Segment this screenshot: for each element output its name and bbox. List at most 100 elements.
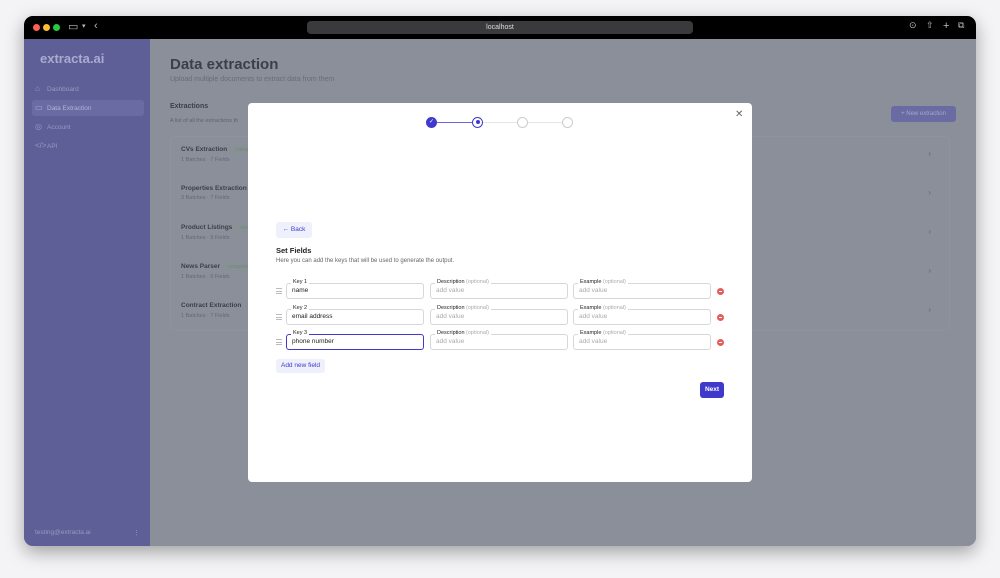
example-label: Example (optional) [578, 305, 628, 312]
description-input[interactable]: Description (optional)add value [430, 283, 568, 299]
description-label: Description (optional) [435, 279, 491, 286]
section-title: Extractions [170, 103, 208, 110]
optional-text: (optional) [603, 305, 626, 311]
description-input[interactable]: Description (optional)add value [430, 309, 568, 325]
key-input[interactable]: Key 1name [286, 283, 424, 299]
browser-toolbar: ▭ ▾ ‹ localhost ⊙ ⇧ + ⧉ [24, 16, 976, 39]
placeholder: add value [436, 287, 464, 294]
nav-label: API [47, 143, 57, 150]
modal-title: Set Fields [276, 246, 311, 255]
example-input[interactable]: Example (optional)add value [573, 309, 711, 325]
close-window-button[interactable] [33, 24, 40, 31]
remove-field-icon[interactable] [717, 339, 724, 346]
user-circle-icon: ◎ [35, 119, 47, 135]
label-text: Description [437, 330, 465, 336]
arrow-left-icon: ← [283, 226, 291, 233]
description-label: Description (optional) [435, 305, 491, 312]
field-row: Key 1name Description (optional)add valu… [276, 283, 726, 301]
item-name: News Parser [181, 263, 220, 270]
key-value: phone number [292, 338, 334, 345]
sidebar-item-account[interactable]: ◎Account [32, 119, 144, 135]
step-upcoming [562, 117, 573, 128]
kebab-menu-icon[interactable]: ⋮ [133, 529, 140, 537]
step-completed-check-icon: ✓ [426, 117, 437, 128]
user-email: testing@extracta.ai [35, 529, 91, 536]
chevron-down-icon[interactable]: ▾ [82, 22, 86, 30]
stepper-line [437, 122, 477, 123]
address-bar[interactable]: localhost [307, 21, 693, 34]
new-tab-icon[interactable]: + [943, 20, 949, 32]
optional-text: (optional) [466, 305, 489, 311]
back-label: Back [291, 226, 305, 233]
stepper-line [527, 122, 567, 123]
item-name: Product Listings [181, 224, 232, 231]
key-label: Key 3 [291, 330, 309, 337]
page-subtitle: Upload multiple documents to extract dat… [170, 76, 334, 83]
drag-handle-icon[interactable] [276, 314, 282, 320]
key-value: name [292, 287, 308, 294]
sidebar-toggle-icon[interactable]: ▭ [68, 20, 78, 33]
tabs-overview-icon[interactable]: ⧉ [958, 20, 964, 31]
page-title: Data extraction [170, 56, 278, 73]
chevron-right-icon: › [928, 305, 931, 314]
item-name: CVs Extraction [181, 146, 227, 153]
optional-text: (optional) [603, 279, 626, 285]
example-input[interactable]: Example (optional)add value [573, 283, 711, 299]
example-label: Example (optional) [578, 330, 628, 337]
section-description: A list of all the extractions th [170, 118, 238, 124]
logo: extracta.ai [40, 51, 104, 66]
back-nav-icon[interactable]: ‹ [94, 20, 98, 32]
step-current [472, 117, 483, 128]
example-input[interactable]: Example (optional)add value [573, 334, 711, 350]
chevron-right-icon: › [928, 266, 931, 275]
back-button[interactable]: ← Back [276, 222, 312, 238]
download-icon[interactable]: ⊙ [909, 20, 917, 31]
label-text: Example [580, 330, 601, 336]
sidebar: extracta.ai ⌂Dashboard ▭Data Extraction … [24, 39, 150, 546]
description-label: Description (optional) [435, 330, 491, 337]
optional-text: (optional) [603, 330, 626, 336]
sidebar-item-api[interactable]: </>API [32, 138, 144, 154]
add-new-field-button[interactable]: Add new field [276, 359, 325, 373]
optional-text: (optional) [466, 330, 489, 336]
share-icon[interactable]: ⇧ [926, 20, 934, 31]
sidebar-item-dashboard[interactable]: ⌂Dashboard [32, 81, 144, 97]
field-row: Key 2email address Description (optional… [276, 309, 726, 327]
sidebar-item-data-extraction[interactable]: ▭Data Extraction [32, 100, 144, 116]
label-text: Example [580, 305, 601, 311]
url-text: localhost [486, 24, 514, 31]
nav-label: Data Extraction [47, 105, 91, 112]
drag-handle-icon[interactable] [276, 288, 282, 294]
key-value: email address [292, 313, 332, 320]
key-label: Key 2 [291, 305, 309, 312]
description-input[interactable]: Description (optional)add value [430, 334, 568, 350]
minimize-window-button[interactable] [43, 24, 50, 31]
maximize-window-button[interactable] [53, 24, 60, 31]
folder-icon: ▭ [35, 100, 47, 116]
remove-field-icon[interactable] [717, 314, 724, 321]
drag-handle-icon[interactable] [276, 339, 282, 345]
remove-field-icon[interactable] [717, 288, 724, 295]
key-input[interactable]: Key 2email address [286, 309, 424, 325]
placeholder: add value [579, 313, 607, 320]
chevron-right-icon: › [928, 188, 931, 197]
placeholder: add value [436, 313, 464, 320]
code-icon: </> [35, 138, 47, 154]
close-icon[interactable]: ✕ [735, 109, 743, 120]
modal-description: Here you can add the keys that will be u… [276, 258, 454, 264]
item-name: Contract Extraction [181, 302, 241, 309]
home-icon: ⌂ [35, 81, 47, 97]
key-input[interactable]: Key 3phone number [286, 334, 424, 350]
label-text: Description [437, 279, 465, 285]
new-extraction-button[interactable]: + New extraction [891, 106, 956, 122]
label-text: Example [580, 279, 601, 285]
chevron-right-icon: › [928, 227, 931, 236]
set-fields-modal: ✕ ✓ ← Back Set Fields Here you can add t… [248, 103, 752, 482]
chevron-right-icon: › [928, 149, 931, 158]
placeholder: add value [436, 338, 464, 345]
nav-label: Dashboard [47, 86, 79, 93]
nav-label: Account [47, 124, 71, 131]
placeholder: add value [579, 287, 607, 294]
example-label: Example (optional) [578, 279, 628, 286]
next-button[interactable]: Next [700, 382, 724, 398]
